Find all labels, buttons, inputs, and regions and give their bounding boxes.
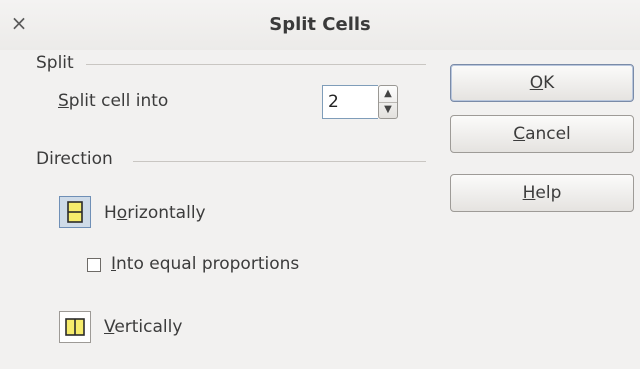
split-section-label: Split	[36, 53, 74, 73]
split-cells-dialog: × Split Cells Split Split cell into 2 ▲ …	[0, 0, 640, 369]
equal-proportions-label[interactable]: Into equal proportions	[111, 254, 299, 274]
mnemonic-h: H	[522, 183, 536, 203]
horizontally-prefix: H	[104, 203, 117, 223]
help-button-label: elp	[535, 183, 562, 203]
split-cell-into-label: Split cell into	[58, 91, 168, 111]
dialog-content: Split Split cell into 2 ▲ ▼ Direction Ho…	[0, 50, 640, 369]
split-count-input[interactable]: 2	[322, 85, 378, 119]
vertical-option-icon-frame[interactable]	[59, 311, 91, 343]
horizontally-suffix: rizontally	[127, 203, 206, 223]
mnemonic-v: V	[104, 317, 115, 337]
equal-proportions-text: nto equal proportions	[116, 254, 300, 274]
equal-proportions-checkbox[interactable]	[87, 258, 101, 272]
cancel-button-label: ancel	[525, 124, 571, 144]
mnemonic-o: o	[116, 203, 128, 223]
split-cell-into-text: plit cell into	[68, 91, 169, 111]
dialog-title: Split Cells	[269, 14, 371, 35]
help-button[interactable]: Help	[450, 174, 634, 212]
direction-section-label: Direction	[36, 149, 113, 169]
mnemonic-ok: O	[529, 73, 544, 93]
ok-button-label: K	[543, 73, 555, 93]
cancel-button[interactable]: Cancel	[450, 115, 634, 153]
spin-buttons[interactable]: ▲ ▼	[378, 85, 398, 119]
vertically-text: ertically	[114, 317, 183, 337]
split-vertical-icon	[65, 318, 85, 336]
mnemonic-c: C	[513, 124, 526, 144]
direction-separator	[133, 161, 426, 162]
horizontal-option-icon-frame[interactable]	[59, 196, 91, 228]
split-separator	[86, 64, 426, 65]
horizontally-label[interactable]: Horizontally	[104, 203, 206, 223]
spin-up-arrow-icon[interactable]: ▲	[379, 86, 397, 103]
title-bar: × Split Cells	[0, 0, 640, 50]
split-horizontal-icon	[67, 201, 83, 223]
ok-button[interactable]: OK	[450, 64, 634, 102]
mnemonic-s: S	[58, 91, 69, 111]
spin-down-arrow-icon[interactable]: ▼	[379, 102, 397, 118]
vertically-label[interactable]: Vertically	[104, 317, 182, 337]
split-count-spinner[interactable]: 2 ▲ ▼	[322, 85, 398, 121]
